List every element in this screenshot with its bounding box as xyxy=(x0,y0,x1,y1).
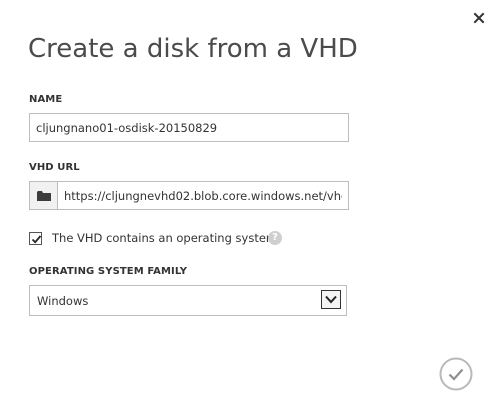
name-input[interactable] xyxy=(29,113,349,142)
folder-icon xyxy=(37,191,51,201)
chevron-down-icon[interactable] xyxy=(321,290,341,309)
dialog-title: Create a disk from a VHD xyxy=(28,34,358,64)
close-icon[interactable] xyxy=(471,10,487,26)
help-icon[interactable]: ? xyxy=(268,231,282,245)
vhd-url-input[interactable] xyxy=(57,181,349,210)
browse-storage-button[interactable] xyxy=(29,181,58,210)
confirm-button[interactable] xyxy=(439,357,473,391)
name-label: NAME xyxy=(29,94,63,105)
os-checkbox-label: The VHD contains an operating system. xyxy=(52,231,281,245)
vhd-url-label: VHD URL xyxy=(29,162,80,173)
checkmark-icon xyxy=(31,235,42,244)
os-family-selected-value: Windows xyxy=(37,294,89,308)
os-family-select[interactable]: Windows xyxy=(29,285,347,316)
os-checkbox[interactable] xyxy=(29,232,42,245)
create-disk-dialog: Create a disk from a VHD NAME VHD URL Th… xyxy=(0,0,494,396)
os-family-label: OPERATING SYSTEM FAMILY xyxy=(29,266,188,277)
checkmark-icon xyxy=(439,357,473,391)
